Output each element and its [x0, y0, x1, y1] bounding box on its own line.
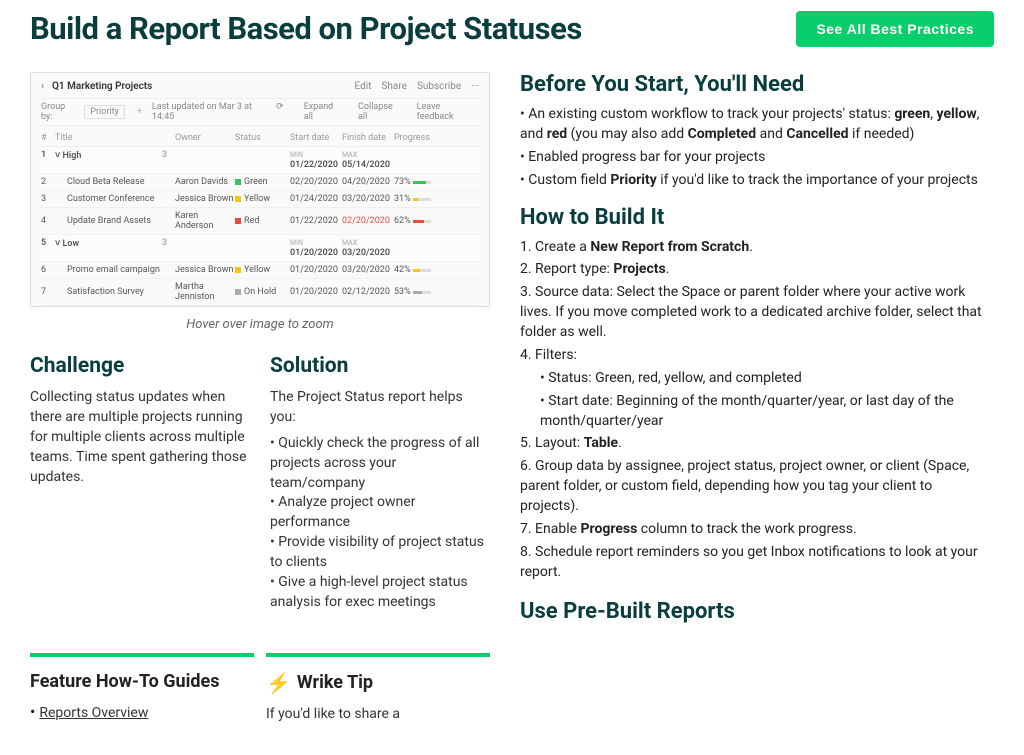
groupby-chip: Priority	[84, 105, 125, 119]
step-6: 6. Group data by assignee, project statu…	[520, 457, 994, 517]
ss-edit: Edit	[355, 81, 372, 92]
ss-subscribe: Subscribe	[417, 81, 461, 92]
howto-title: Feature How-To Guides	[30, 671, 240, 692]
prebuilt-title: Use Pre-Built Reports	[520, 599, 994, 624]
tip-title: ⚡ Wrike Tip	[266, 671, 476, 695]
step-2: 2. Report type: Projects.	[520, 260, 994, 280]
solution-bullet: • Give a high-level project status analy…	[270, 573, 490, 613]
ss-feedback: Leave feedback	[417, 102, 469, 122]
step-5: 5. Layout: Table.	[520, 434, 994, 454]
before-line2: • Enabled progress bar for your projects	[520, 148, 994, 168]
ss-group-row: 8˅ Medium3MIN 12/12/2019MAX 05/28/2020	[41, 306, 479, 307]
tip-card: ⚡ Wrike Tip If you'd like to share a	[266, 653, 490, 725]
step-4b: • Start date: Beginning of the month/qua…	[540, 392, 994, 432]
ss-collapse: Collapse all	[358, 102, 397, 122]
ss-data-row: 2Cloud Beta ReleaseAaron DavidsGreen02/2…	[41, 174, 479, 191]
ss-updated: Last updated on Mar 3 at 14:45	[152, 102, 256, 122]
step-4: 4. Filters:	[520, 346, 994, 366]
step-4a: • Status: Green, red, yellow, and comple…	[540, 369, 994, 389]
ss-data-row: 6Promo email campaignJessica BrownYellow…	[41, 262, 479, 279]
build-title: How to Build It	[520, 205, 994, 230]
solution-bullet: • Provide visibility of project status t…	[270, 533, 490, 573]
solution-bullet: • Analyze project owner performance	[270, 493, 490, 533]
report-screenshot[interactable]: ‹ Q1 Marketing Projects Edit Share Subsc…	[30, 72, 490, 307]
before-line3: • Custom field Priority if you'd like to…	[520, 171, 994, 191]
ss-group-row: 1˅ High3MIN 01/22/2020MAX 05/14/2020	[41, 147, 479, 174]
challenge-title: Challenge	[30, 354, 250, 378]
challenge-text: Collecting status updates when there are…	[30, 388, 250, 487]
solution-title: Solution	[270, 354, 490, 378]
step-3: 3. Source data: Select the Space or pare…	[520, 283, 994, 343]
groupby-label: Group by:	[41, 102, 74, 122]
solution-bullet: • Quickly check the progress of all proj…	[270, 434, 490, 494]
howto-card: Feature How-To Guides • Reports Overview	[30, 653, 254, 725]
step-7: 7. Enable Progress column to track the w…	[520, 520, 994, 540]
tip-text: If you'd like to share a	[266, 705, 476, 725]
image-caption: Hover over image to zoom	[30, 317, 490, 332]
before-title: Before You Start, You'll Need	[520, 72, 994, 97]
ss-more-icon: ···	[471, 81, 479, 92]
step-1: 1. Create a New Report from Scratch.	[520, 238, 994, 258]
ss-expand: Expand all	[304, 102, 338, 122]
reports-overview-link[interactable]: Reports Overview	[39, 705, 148, 721]
step-8: 8. Schedule report reminders so you get …	[520, 543, 994, 583]
ss-title: Q1 Marketing Projects	[52, 81, 152, 92]
ss-column-headers: # Title Owner Status Start date Finish d…	[41, 130, 479, 147]
howto-link-row: • Reports Overview	[30, 702, 240, 721]
ss-data-row: 7Satisfaction SurveyMartha JennistonOn H…	[41, 279, 479, 306]
ss-share: Share	[381, 81, 406, 92]
before-line1: • An existing custom workflow to track y…	[520, 105, 994, 145]
chevron-left-icon: ‹	[41, 81, 44, 92]
plus-icon: +	[137, 107, 142, 117]
refresh-icon: ⟳	[276, 102, 284, 122]
ss-data-row: 4Update Brand AssetsKaren AndersonRed01/…	[41, 208, 479, 235]
solution-intro: The Project Status report helps you:	[270, 388, 490, 428]
page-title: Build a Report Based on Project Statuses	[30, 10, 582, 47]
lightning-icon: ⚡	[266, 671, 291, 695]
see-all-button[interactable]: See All Best Practices	[796, 11, 994, 47]
ss-group-row: 5˅ Low3MIN 01/20/2020MAX 03/20/2020	[41, 235, 479, 262]
ss-data-row: 3Customer ConferenceJessica BrownYellow0…	[41, 191, 479, 208]
